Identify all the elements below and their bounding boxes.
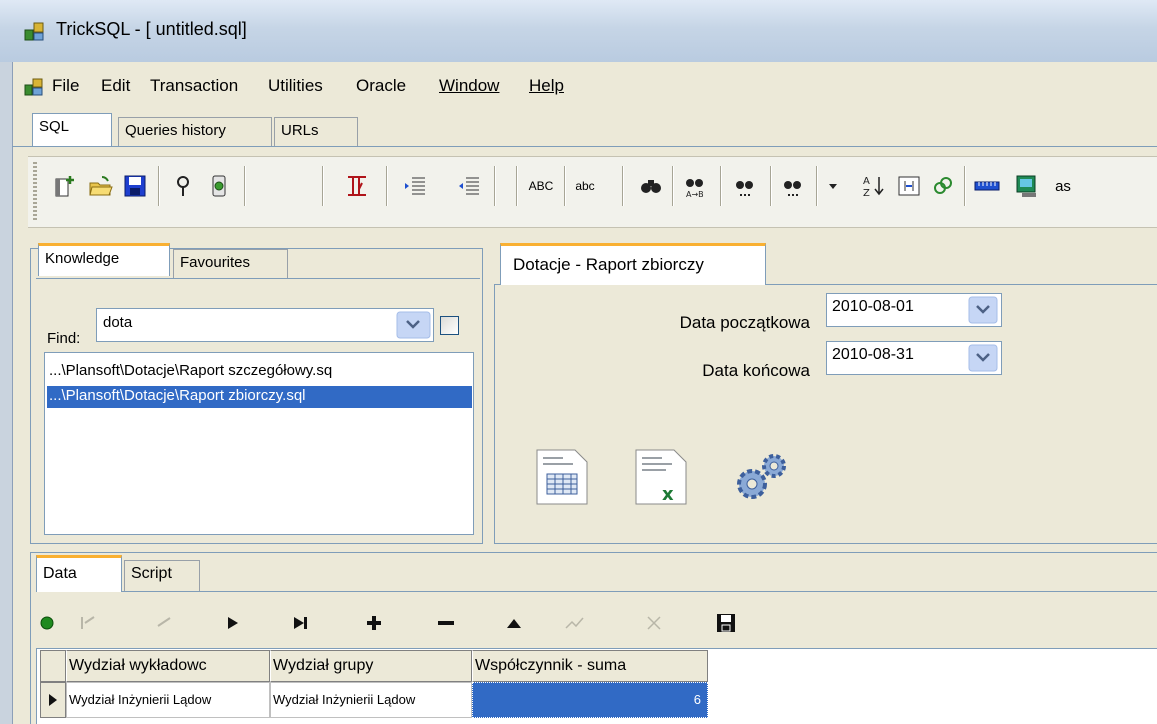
toolbar-separator (964, 166, 966, 206)
toolbar-separator (494, 166, 496, 206)
find-dropdown-button[interactable] (396, 311, 431, 339)
save-icon[interactable] (118, 168, 152, 204)
chevron-down-icon (968, 296, 998, 324)
document-icon[interactable] (24, 77, 44, 97)
lowercase-button[interactable]: abc (570, 168, 600, 204)
toolbar-separator (158, 166, 160, 206)
menu-transaction[interactable]: Transaction (150, 74, 238, 98)
find-binoculars-icon[interactable] (634, 168, 668, 204)
table-report-icon[interactable] (527, 448, 601, 506)
app-icon (24, 21, 46, 41)
list-item[interactable]: ...\Plansoft\Dotacje\Raport szczegółowy.… (47, 361, 472, 383)
dropdown-arrow-icon[interactable] (822, 168, 844, 204)
start-date-value: 2010-08-01 (832, 298, 914, 315)
results-tab-line (36, 591, 1157, 592)
gears-icon[interactable] (726, 448, 800, 506)
toolbar-separator (720, 166, 722, 206)
save-data-icon[interactable] (712, 608, 740, 638)
menu-edit[interactable]: Edit (101, 74, 130, 98)
file-list[interactable]: ...\Plansoft\Dotacje\Raport szczegółowy.… (44, 352, 474, 535)
row-indicator-icon[interactable] (40, 682, 66, 718)
table-cell[interactable]: Wydział Inżynierii Lądow (270, 682, 472, 718)
delete-record-icon[interactable] (432, 608, 460, 638)
find-label: Find: (47, 330, 81, 347)
tab-queries-history[interactable]: Queries history (118, 117, 272, 147)
sort-az-icon[interactable]: AZ (860, 168, 888, 204)
excel-export-icon[interactable]: x (626, 448, 700, 506)
insert-record-icon[interactable] (360, 608, 388, 638)
list-item-selected[interactable]: ...\Plansoft\Dotacje\Raport zbiorczy.sql (47, 386, 472, 408)
knowledge-tab-line (36, 278, 480, 279)
table-cell[interactable]: Wydział Inżynierii Lądow (66, 682, 270, 718)
window-title: TrickSQL - [ untitled.sql] (56, 19, 247, 39)
indent-icon[interactable] (398, 168, 432, 204)
columns-icon[interactable] (894, 168, 924, 204)
svg-text:A→B: A→B (686, 190, 704, 199)
column-header[interactable]: Współczynnik - suma (472, 650, 708, 682)
find-input-value: dota (103, 314, 133, 331)
start-date-label: Data początkowa (679, 313, 810, 332)
tab-knowledge[interactable]: Knowledge (38, 243, 170, 276)
toolbar-separator (322, 166, 324, 206)
toolbar-separator (816, 166, 818, 206)
menu-window[interactable]: Window (439, 74, 499, 98)
end-date-label: Data końcowa (702, 361, 810, 380)
find-input[interactable] (96, 308, 434, 342)
svg-text:A: A (863, 176, 870, 187)
column-header[interactable]: Wydział wykładowc (66, 650, 270, 682)
table-cell-selected[interactable]: 6 (472, 682, 708, 718)
toolbar-separator (770, 166, 772, 206)
outdent-icon[interactable] (452, 168, 486, 204)
toolbar-separator (386, 166, 388, 206)
toolbar-separator (516, 166, 518, 206)
toolbar-separator (564, 166, 566, 206)
toolbar-separator (672, 166, 674, 206)
menu-help[interactable]: Help (529, 74, 564, 98)
end-date-value: 2010-08-31 (832, 346, 914, 363)
chevron-down-icon (396, 311, 431, 339)
end-date-dropdown[interactable] (968, 344, 998, 372)
find-next-icon[interactable] (728, 168, 762, 204)
ruler-icon[interactable] (970, 168, 1004, 204)
find-previous-icon[interactable] (776, 168, 810, 204)
tab-script[interactable]: Script (124, 560, 200, 591)
cancel-edit-icon[interactable] (640, 608, 668, 638)
toolbar-separator (244, 166, 246, 206)
search-key-icon[interactable] (166, 168, 200, 204)
tab-divider (12, 146, 1157, 147)
toolbar-separator (622, 166, 624, 206)
menu-oracle[interactable]: Oracle (356, 74, 406, 98)
toolbar-grip[interactable] (33, 162, 37, 222)
post-edit-icon[interactable] (560, 608, 588, 638)
tab-data[interactable]: Data (36, 555, 122, 592)
chevron-down-icon (968, 344, 998, 372)
svg-text:x: x (662, 484, 674, 505)
grid-corner (40, 650, 66, 682)
monitor-icon[interactable] (1010, 168, 1044, 204)
menu-utilities[interactable]: Utilities (268, 74, 323, 98)
open-folder-icon[interactable] (84, 168, 118, 204)
uppercase-button[interactable]: ABC (524, 168, 558, 204)
alias-button[interactable]: as (1046, 168, 1080, 204)
link-icon[interactable] (928, 168, 958, 204)
prior-record-icon[interactable] (150, 608, 178, 638)
start-date-dropdown[interactable] (968, 296, 998, 324)
column-header[interactable]: Wydział grupy (270, 650, 472, 682)
tab-urls[interactable]: URLs (274, 117, 358, 147)
status-dot-icon (36, 608, 58, 638)
menu-file[interactable]: File (52, 74, 79, 98)
find-checkbox[interactable] (440, 316, 459, 335)
replace-binoculars-icon[interactable]: A→B (678, 168, 712, 204)
execute-icon[interactable] (202, 168, 236, 204)
last-record-icon[interactable] (286, 608, 314, 638)
tab-favourites[interactable]: Favourites (173, 249, 288, 279)
next-record-icon[interactable] (218, 608, 246, 638)
svg-text:Z: Z (863, 188, 870, 199)
first-record-icon[interactable] (74, 608, 102, 638)
tab-report[interactable]: Dotacje - Raport zbiorczy (500, 243, 766, 285)
tab-sql[interactable]: SQL (32, 113, 112, 146)
transaction-icon[interactable] (340, 168, 374, 204)
new-file-icon[interactable] (48, 168, 82, 204)
edit-record-icon[interactable] (500, 608, 528, 638)
